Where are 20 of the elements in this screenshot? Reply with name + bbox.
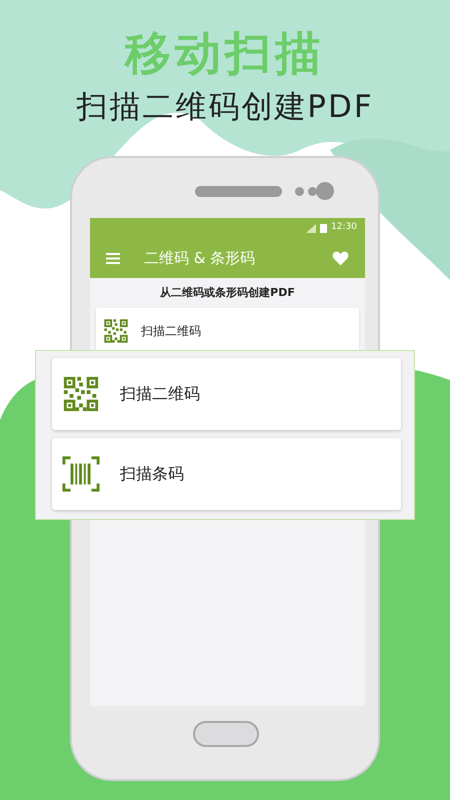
signal-icon	[306, 224, 316, 232]
scan-option-card[interactable]: 扫描二维码	[52, 358, 401, 430]
app-title: 二维码 & 条形码	[144, 248, 256, 269]
sensor-dot	[295, 187, 304, 196]
qr-code-icon	[103, 318, 129, 344]
option-label: 扫描条码	[120, 463, 184, 485]
sensor-dot	[308, 187, 317, 196]
status-time: 12:30	[331, 221, 357, 234]
barcode-icon	[62, 455, 100, 493]
headline: 移动扫描	[123, 25, 326, 76]
menu-icon[interactable]	[106, 252, 120, 264]
screen-heading: 从二维码或条形码创建PDF	[158, 284, 296, 301]
camera-lens	[316, 182, 334, 200]
option-label: 扫描二维码	[141, 323, 201, 340]
subtitle: 扫描二维码创建PDF	[75, 92, 375, 123]
option-label: 扫描二维码	[120, 383, 200, 405]
heart-icon[interactable]	[332, 250, 349, 266]
qr-code-icon	[62, 375, 100, 413]
scan-option-card[interactable]: 扫描条码	[52, 438, 401, 510]
battery-icon	[320, 223, 328, 233]
